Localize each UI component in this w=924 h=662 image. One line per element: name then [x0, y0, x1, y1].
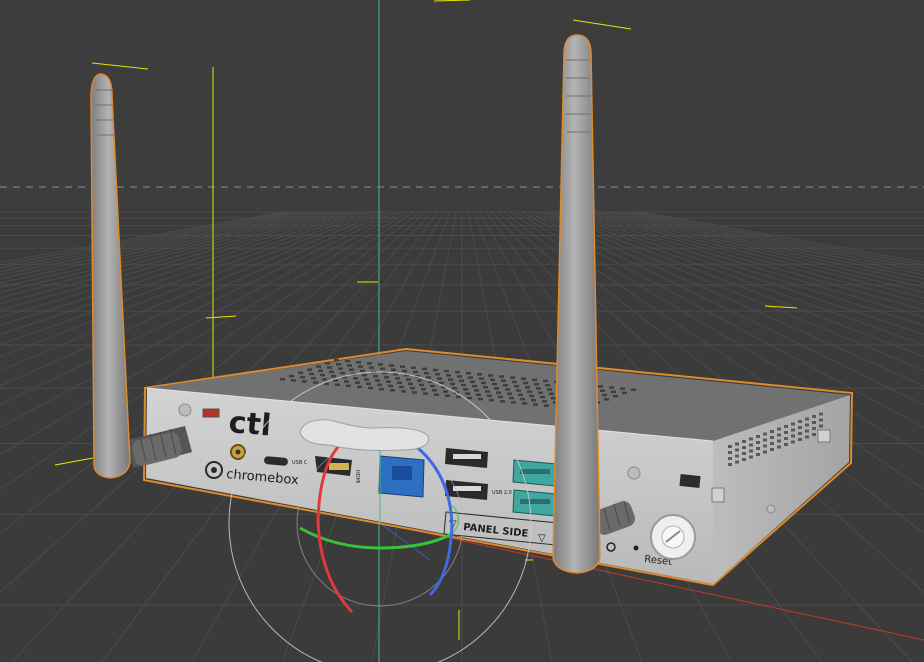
usb2-label: USB 2.0 [492, 490, 512, 496]
dc-in-port [679, 473, 701, 489]
hdmi-label: HDMI [354, 470, 360, 483]
3d-viewport[interactable]: ctl chromebox USB C HDMI USB 2.0 PANEL S… [0, 0, 924, 662]
viewport-sky [0, 0, 924, 210]
gizmo-y-ring[interactable] [299, 526, 453, 550]
status-led [202, 408, 220, 418]
usb-c-label: USB C [292, 460, 308, 466]
viewport-canvas[interactable]: ctl chromebox USB C HDMI USB 2.0 PANEL S… [0, 0, 924, 662]
reset-hole [633, 545, 639, 551]
screw-left [178, 403, 192, 417]
screw-right [627, 466, 641, 480]
svg-text:▽: ▽ [538, 533, 546, 544]
screw-side [766, 504, 776, 514]
